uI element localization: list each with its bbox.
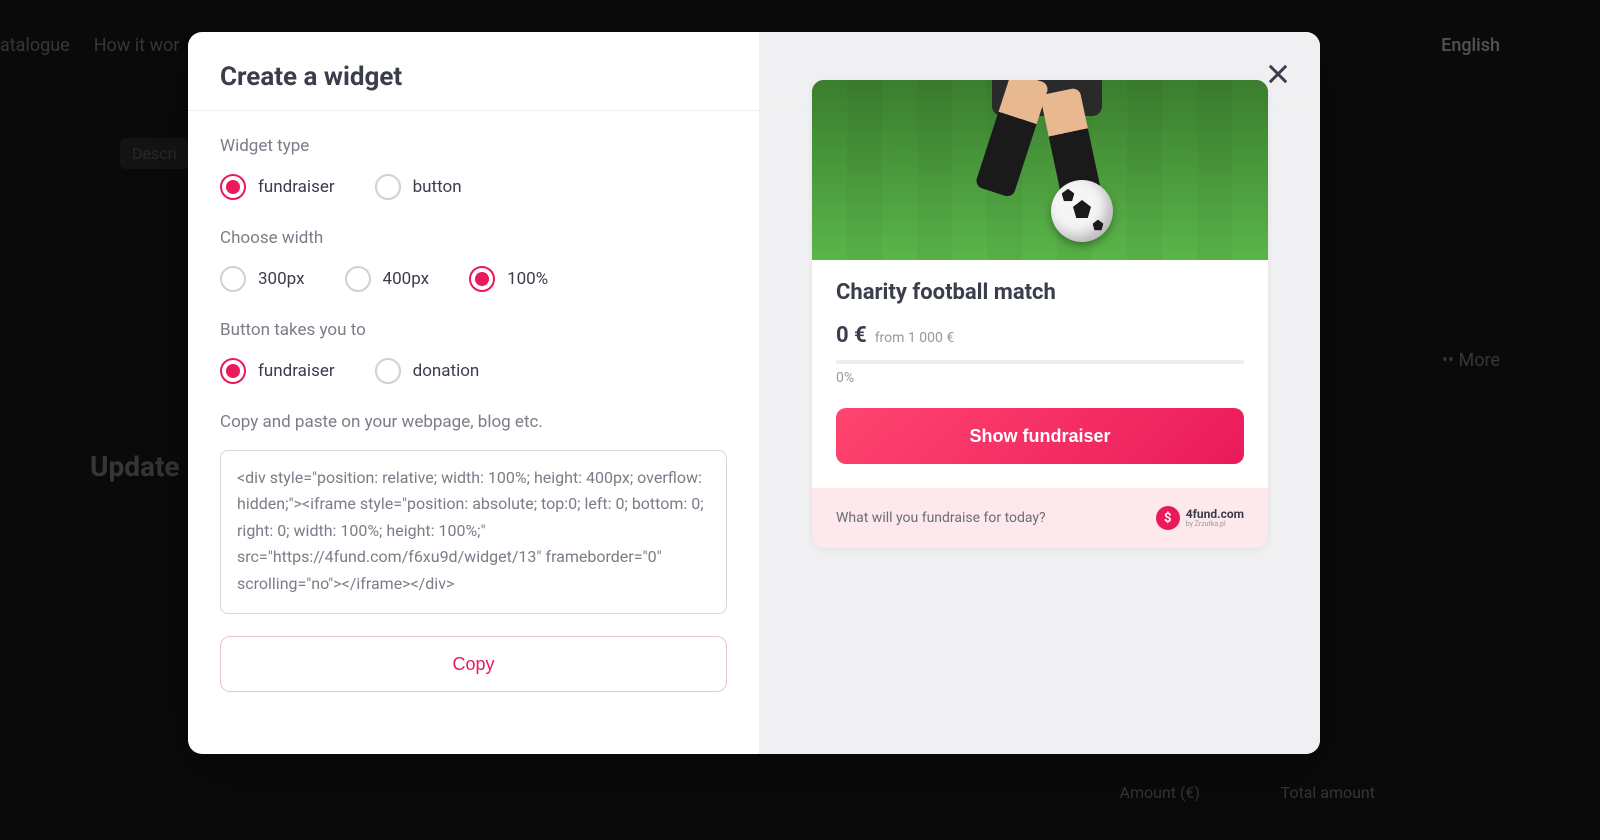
radio-button[interactable]: button [375,174,462,200]
preview-footer: What will you fundraise for today? $ 4fu… [812,488,1268,548]
preview-percent: 0% [836,370,1244,386]
preview-title: Charity football match [836,280,1244,305]
width-options: 300px 400px 100% [220,266,727,292]
widget-type-label: Widget type [220,136,727,156]
radio-fundraiser[interactable]: fundraiser [220,174,335,200]
preview-image [812,80,1268,260]
button-target-label: Button takes you to [220,320,727,340]
close-icon [1264,60,1292,88]
progress-bar [836,360,1244,364]
radio-target-donation[interactable]: donation [375,358,480,384]
choose-width-label: Choose width [220,228,727,248]
create-widget-modal: Create a widget Widget type fundraiser b… [188,32,1320,754]
widget-preview-card: Charity football match 0 € from 1 000 € … [812,80,1268,548]
button-target-options: fundraiser donation [220,358,727,384]
preview-goal: from 1 000 € [875,330,955,346]
code-label: Copy and paste on your webpage, blog etc… [220,412,727,432]
copy-button[interactable]: Copy [220,636,727,692]
soccer-ball-icon [1051,180,1113,242]
close-button[interactable] [1264,60,1292,88]
radio-400px[interactable]: 400px [345,266,430,292]
brand-logo: $ 4fund.com by Zrzutka.pl [1156,506,1244,530]
modal-form-panel: Create a widget Widget type fundraiser b… [188,32,760,754]
radio-100pct[interactable]: 100% [469,266,548,292]
widget-type-options: fundraiser button [220,174,727,200]
show-fundraiser-button[interactable]: Show fundraiser [836,408,1244,464]
radio-target-fundraiser[interactable]: fundraiser [220,358,335,384]
footer-tagline: What will you fundraise for today? [836,510,1046,526]
logo-icon: $ [1156,506,1180,530]
modal-preview-panel: Charity football match 0 € from 1 000 € … [760,32,1320,754]
modal-title: Create a widget [220,62,727,92]
radio-300px[interactable]: 300px [220,266,305,292]
preview-amount: 0 € [836,323,867,348]
embed-code-textarea[interactable] [220,450,727,614]
